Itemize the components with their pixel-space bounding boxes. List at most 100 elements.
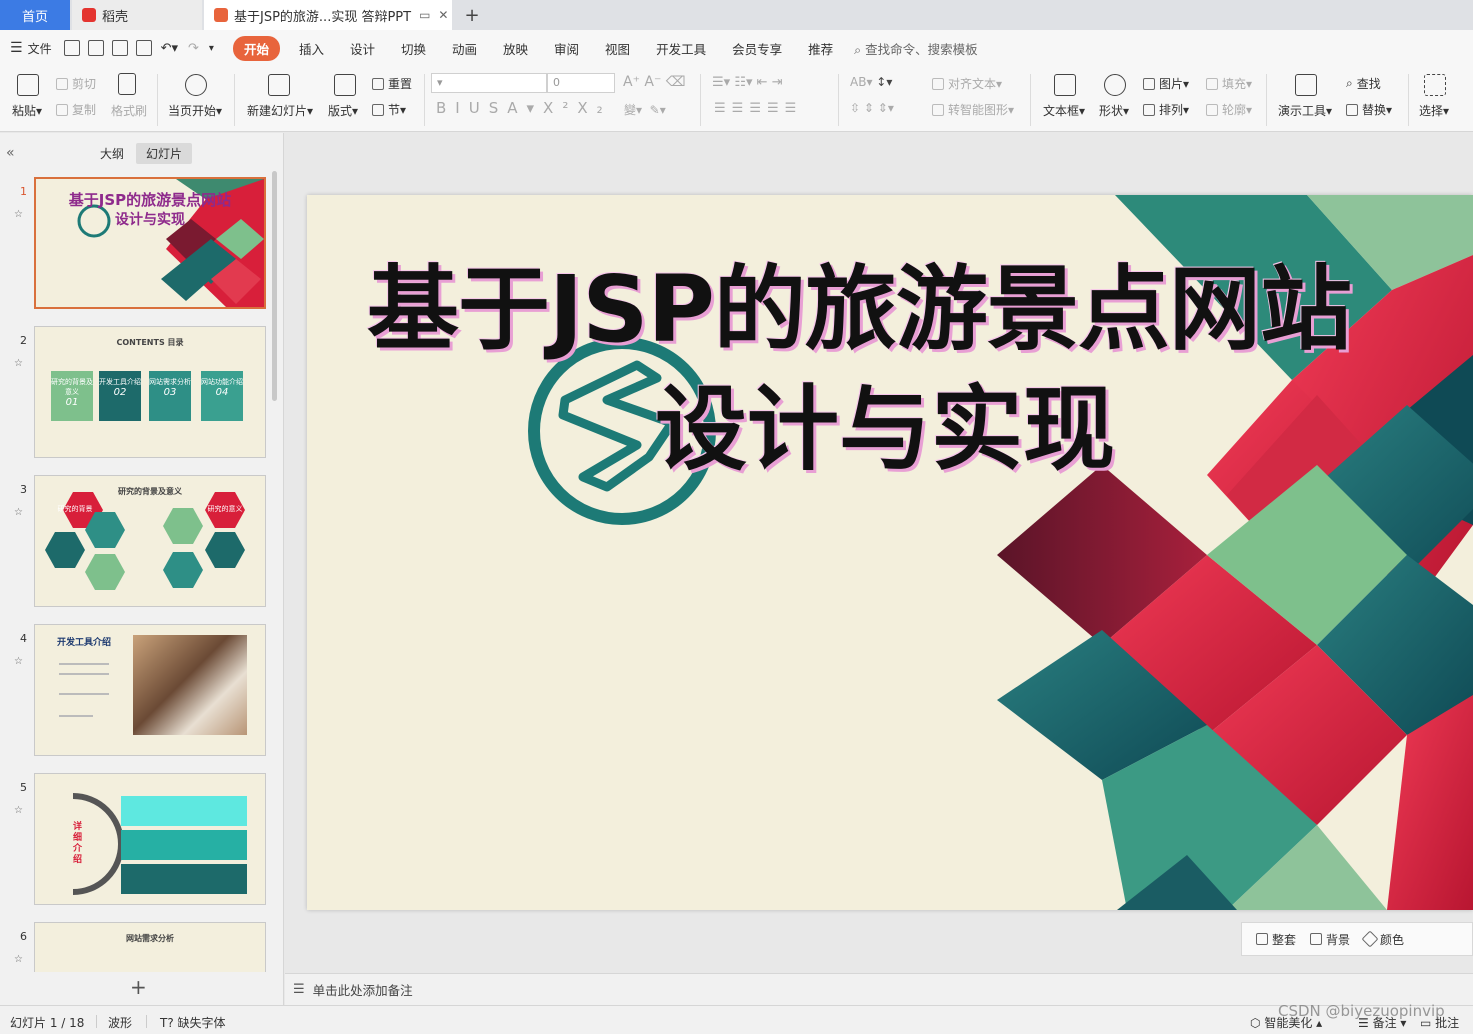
underline-icon[interactable]: U	[469, 99, 489, 117]
bold-icon[interactable]: B	[436, 99, 455, 117]
reset-button[interactable]: 重置	[372, 75, 412, 92]
bullet-list-icon[interactable]: ☰▾	[712, 75, 730, 90]
menu-member[interactable]: 会员专享	[719, 39, 795, 58]
picture-button[interactable]: 图片 ▾	[1143, 75, 1189, 92]
select-button[interactable]: 选择 ▾	[1419, 102, 1449, 119]
slide-thumbnail-4[interactable]: 开发工具介绍	[34, 624, 266, 756]
format-painter-icon[interactable]	[118, 73, 136, 95]
notes-placeholder[interactable]: 单击此处添加备注	[313, 980, 413, 999]
print-preview-icon[interactable]	[135, 40, 152, 56]
undo-icon[interactable]: ↶▾	[161, 41, 178, 56]
highlight-icon[interactable]: ✎▾	[650, 103, 666, 117]
font-grow-shrink[interactable]: A⁺ A⁻ ⌫	[623, 74, 686, 90]
paragraph-spacing-icon[interactable]: ⇳	[850, 101, 860, 115]
layout-button[interactable]: 版式 ▾	[328, 102, 358, 119]
align-right-icon[interactable]: ☰	[749, 101, 767, 116]
close-icon[interactable]: ✕	[438, 8, 448, 22]
menu-recommend[interactable]: 推荐	[795, 39, 846, 58]
shape-button[interactable]: 形状 ▾	[1099, 102, 1129, 119]
phonetic-icon[interactable]: 變▾	[624, 101, 642, 118]
distribute-icon[interactable]: ☰	[785, 101, 803, 116]
menu-slideshow[interactable]: 放映	[490, 39, 541, 58]
replace-button[interactable]: 替换 ▾	[1346, 101, 1392, 118]
font-shrink-icon[interactable]: A⁻	[644, 74, 661, 90]
find-button[interactable]: ⌕ 查找	[1346, 75, 1381, 92]
customize-chevron-icon[interactable]: ▾	[209, 43, 214, 54]
new-slide-icon[interactable]	[268, 74, 290, 96]
menu-review[interactable]: 审阅	[541, 39, 592, 58]
menu-view[interactable]: 视图	[592, 39, 643, 58]
from-current-button[interactable]: 当页开始 ▾	[168, 102, 222, 119]
monitor-icon[interactable]: ▭	[419, 8, 430, 22]
textbox-icon[interactable]	[1054, 74, 1076, 96]
background-button[interactable]: 背景	[1310, 931, 1350, 948]
font-grow-icon[interactable]: A⁺	[623, 74, 640, 90]
theme-name[interactable]: 波形	[108, 1014, 132, 1031]
thumbnail-row-6[interactable]: 6 ☆ 网站需求分析	[0, 922, 284, 972]
strikethrough-icon[interactable]: S	[489, 99, 508, 117]
line-spacing-icon[interactable]: ↕▾	[876, 75, 892, 89]
new-tab-button[interactable]: +	[452, 0, 492, 30]
font-size-combo[interactable]: 0	[547, 73, 615, 93]
menu-transition[interactable]: 切换	[388, 39, 439, 58]
redo-icon[interactable]: ↷	[188, 41, 199, 56]
align-center-icon[interactable]: ☰	[732, 101, 750, 116]
new-slide-button[interactable]: 新建幻灯片 ▾	[247, 102, 313, 119]
menu-developer[interactable]: 开发工具	[643, 39, 719, 58]
numbered-list-icon[interactable]: ☷▾	[734, 75, 752, 90]
copy-button[interactable]: 复制	[56, 101, 96, 118]
tab-outline[interactable]: 大纲	[90, 143, 134, 164]
menu-start[interactable]: 开始	[232, 35, 280, 61]
fill-button[interactable]: 填充 ▾	[1206, 75, 1252, 92]
italic-icon[interactable]: I	[455, 99, 468, 117]
color-button[interactable]: 颜色	[1361, 930, 1404, 948]
outline-button[interactable]: 轮廓 ▾	[1206, 101, 1252, 118]
presentation-tools-icon[interactable]	[1295, 74, 1317, 96]
tab-home[interactable]: 首页	[0, 0, 70, 30]
line-height-icon[interactable]: ⇕	[864, 101, 874, 115]
paste-icon[interactable]	[17, 74, 39, 96]
export-pdf-icon[interactable]	[87, 40, 104, 56]
tab-document[interactable]: 基于JSP的旅游...实现 答辩PPT ▭ ✕	[204, 0, 452, 30]
slide-thumbnail-1[interactable]: 基于JSP的旅游景点网站 设计与实现	[34, 177, 266, 309]
select-icon[interactable]	[1424, 74, 1446, 96]
font-name-combo[interactable]: ▾	[431, 73, 547, 93]
indent-decrease-icon[interactable]: ⇤	[757, 75, 768, 90]
play-from-current-icon[interactable]	[185, 74, 207, 96]
current-slide[interactable]: 基于JSP的旅游景点网站 设计与实现	[307, 195, 1473, 910]
shape-icon[interactable]	[1104, 74, 1126, 96]
save-icon[interactable]	[63, 40, 80, 56]
textbox-button[interactable]: 文本框 ▾	[1043, 102, 1085, 119]
beautify-button[interactable]: 整套	[1256, 931, 1296, 948]
align-left-icon[interactable]: ☰	[714, 101, 732, 116]
present-tools-button[interactable]: 演示工具 ▾	[1278, 102, 1332, 119]
column-icon[interactable]: ⇕▾	[878, 101, 894, 115]
slide-title-line-2[interactable]: 设计与实现	[655, 355, 1115, 488]
print-icon[interactable]	[111, 40, 128, 56]
thumbnail-scrollbar[interactable]	[272, 171, 277, 401]
align-text-button[interactable]: 对齐文本 ▾	[932, 75, 1002, 92]
command-search[interactable]: ⌕ 查找命令、搜索模板	[854, 39, 978, 58]
slide-thumbnail-5[interactable]: 详细介绍	[34, 773, 266, 905]
slide-thumbnail-2[interactable]: CONTENTS 目录 研究的背景及意义 01 开发工具介绍 02 网站需求分析 03…	[34, 326, 266, 458]
menu-animation[interactable]: 动画	[439, 39, 490, 58]
slide-thumbnail-6[interactable]: 网站需求分析	[34, 922, 266, 972]
subscript-icon[interactable]: X₂	[577, 99, 611, 117]
missing-font-button[interactable]: T? 缺失字体	[160, 1014, 226, 1031]
arrange-button[interactable]: 排列 ▾	[1143, 101, 1189, 118]
menu-insert[interactable]: 插入	[286, 39, 337, 58]
tab-daoke[interactable]: 稻壳	[72, 0, 202, 30]
tab-slides[interactable]: 幻灯片	[136, 143, 193, 164]
text-direction-icon[interactable]: AB▾	[850, 75, 872, 89]
format-painter-button[interactable]: 格式刷	[111, 102, 147, 119]
menu-design[interactable]: 设计	[337, 39, 388, 58]
clear-format-icon[interactable]: ⌫	[666, 74, 686, 90]
font-color-icon[interactable]: A▾	[507, 99, 543, 117]
notes-pane[interactable]: ☰ 单击此处添加备注	[285, 973, 1473, 1005]
slide-thumbnail-3[interactable]: 研究的背景及意义 研究的背景 研究的意义	[34, 475, 266, 607]
smart-shape-button[interactable]: 转智能图形 ▾	[932, 101, 1014, 118]
paste-button[interactable]: 粘贴 ▾	[12, 102, 42, 119]
add-slide-button[interactable]: +	[130, 975, 147, 999]
slide-title-line-1[interactable]: 基于JSP的旅游景点网站	[367, 235, 1352, 368]
layout-icon[interactable]	[334, 74, 356, 96]
